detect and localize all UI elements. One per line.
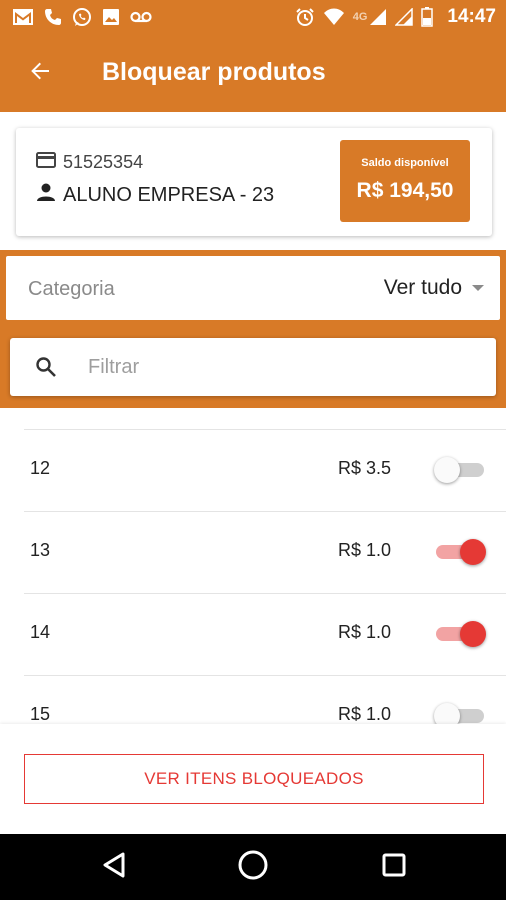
- dropdown-arrow-icon: [472, 285, 484, 291]
- toggle-thumb: [434, 703, 460, 724]
- product-list: 12 R$ 3.5 13 R$ 1.0 14 R$ 1.0 15 R$ 1.0: [0, 408, 506, 724]
- product-price: R$ 1.0: [338, 622, 392, 642]
- signal-icon: [369, 8, 387, 26]
- block-toggle[interactable]: [434, 537, 486, 567]
- balance-badge: Saldo disponível R$ 194,50: [340, 140, 470, 222]
- list-item: [24, 408, 506, 430]
- product-price: R$ 3.5: [338, 458, 392, 478]
- navigation-bar: [0, 834, 506, 900]
- network-type: 4G: [352, 11, 368, 23]
- page-title: Bloquear produtos: [102, 58, 326, 86]
- category-dropdown[interactable]: Ver tudo: [384, 276, 484, 300]
- search-input[interactable]: [88, 352, 468, 382]
- status-bar: 4G 14:47: [0, 0, 506, 34]
- credit-card-icon: [36, 152, 56, 173]
- phone-icon: [44, 8, 62, 26]
- card-number: 51525354: [63, 152, 144, 172]
- view-blocked-items-button[interactable]: VER ITENS BLOQUEADOS: [24, 754, 484, 804]
- gmail-icon: [12, 8, 34, 26]
- alarm-icon: [295, 7, 315, 27]
- list-item: 14 R$ 1.0: [24, 594, 506, 676]
- whatsapp-icon: [72, 7, 92, 27]
- product-name: 15: [30, 704, 51, 724]
- nav-home-button[interactable]: [235, 849, 271, 885]
- block-toggle[interactable]: [434, 619, 486, 649]
- triangle-back-icon: [101, 851, 127, 884]
- list-item: 12 R$ 3.5: [24, 430, 506, 512]
- student-name: ALUNO EMPRESA - 23: [63, 183, 275, 206]
- bottom-action-bar: VER ITENS BLOQUEADOS: [0, 724, 506, 834]
- nav-back-button[interactable]: [96, 849, 132, 885]
- search-bar: [10, 338, 496, 396]
- balance-value: R$ 194,50: [356, 179, 454, 202]
- battery-icon: [421, 7, 434, 27]
- student-row: ALUNO EMPRESA - 23: [36, 182, 274, 208]
- toggle-thumb: [460, 539, 486, 565]
- block-toggle[interactable]: [434, 455, 486, 485]
- nav-recents-button[interactable]: [376, 849, 412, 885]
- balance-label: Saldo disponível: [361, 157, 449, 169]
- filter-panel: Categoria Ver tudo: [0, 250, 506, 408]
- toggle-thumb: [434, 457, 460, 483]
- category-label: Categoria: [28, 278, 115, 300]
- product-price: R$ 1.0: [338, 704, 392, 724]
- block-toggle[interactable]: [434, 701, 486, 724]
- person-icon: [36, 182, 56, 208]
- square-recents-icon: [381, 852, 407, 883]
- wifi-icon: [323, 8, 345, 26]
- category-value: Ver tudo: [383, 276, 462, 299]
- category-filter: Categoria Ver tudo: [6, 256, 500, 320]
- clock: 14:47: [447, 6, 496, 27]
- back-button[interactable]: [24, 57, 56, 89]
- list-item: 15 R$ 1.0: [24, 676, 506, 724]
- arrow-back-icon: [28, 59, 52, 88]
- product-name: 13: [30, 540, 51, 560]
- gallery-icon: [102, 8, 120, 26]
- circle-home-icon: [237, 849, 269, 886]
- card-number-row: 51525354: [36, 152, 143, 173]
- search-icon: [35, 356, 57, 383]
- product-price: R$ 1.0: [338, 540, 392, 560]
- product-name: 12: [30, 458, 51, 478]
- app-bar: Bloquear produtos: [0, 34, 506, 112]
- product-name: 14: [30, 622, 51, 642]
- voicemail-icon: [130, 11, 152, 23]
- toggle-thumb: [460, 621, 486, 647]
- account-card: 51525354 ALUNO EMPRESA - 23 Saldo dispon…: [16, 128, 492, 236]
- signal-icon: [395, 8, 414, 26]
- list-item: 13 R$ 1.0: [24, 512, 506, 594]
